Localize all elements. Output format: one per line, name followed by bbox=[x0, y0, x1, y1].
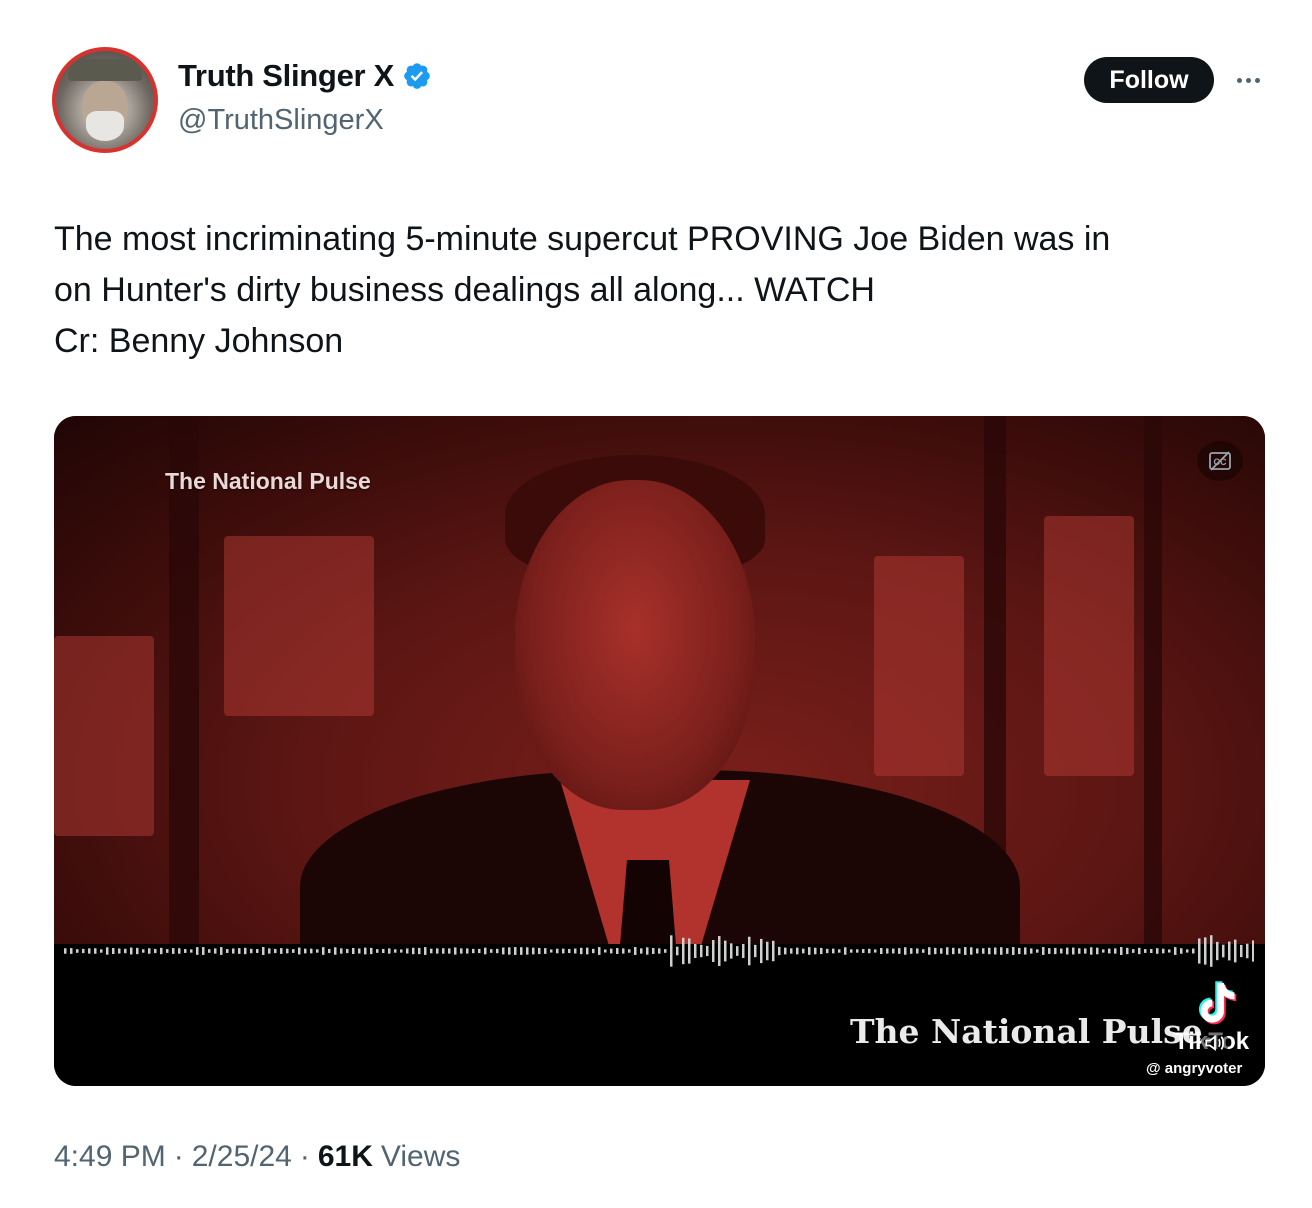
more-horizontal-icon[interactable] bbox=[1230, 62, 1266, 98]
author-avatar[interactable] bbox=[52, 47, 158, 153]
follow-button[interactable]: Follow bbox=[1084, 57, 1214, 103]
views-label: Views bbox=[380, 1140, 461, 1173]
tweet-date[interactable]: 2/25/24 bbox=[192, 1140, 292, 1174]
author-handle[interactable]: @TruthSlingerX bbox=[178, 104, 384, 137]
video-watermark-top: The National Pulse bbox=[165, 468, 371, 494]
author-name-row[interactable]: Truth Slinger X bbox=[178, 58, 432, 94]
video-player[interactable]: The National Pulse CC The National Pulse… bbox=[54, 416, 1265, 1086]
volume-icon[interactable] bbox=[1200, 1028, 1230, 1058]
tweet-text-line: Cr: Benny Johnson bbox=[54, 322, 344, 360]
tweet-text: The most incriminating 5-minute supercut… bbox=[54, 214, 1264, 367]
captions-icon[interactable]: CC bbox=[1197, 441, 1243, 481]
tweet-text-line: The most incriminating 5-minute supercut… bbox=[54, 220, 1111, 258]
audio-waveform bbox=[64, 935, 1254, 967]
tweet: Truth Slinger X @TruthSlingerX Follow Th… bbox=[0, 0, 1312, 1208]
tiktok-logo-icon bbox=[1198, 981, 1237, 1025]
tweet-text-line: on Hunter's dirty business dealings all … bbox=[54, 271, 875, 309]
author-display-name[interactable]: Truth Slinger X bbox=[178, 58, 394, 94]
tweet-meta: 4:49 PM · 2/25/24 · 61K Views bbox=[54, 1140, 460, 1174]
meta-separator: · bbox=[299, 1140, 310, 1173]
video-watermark-bottom: The National Pulse. bbox=[850, 1012, 1215, 1051]
verified-badge-icon bbox=[404, 63, 430, 89]
avatar-image bbox=[56, 51, 154, 149]
views-count[interactable]: 61K bbox=[318, 1140, 373, 1174]
meta-separator: · bbox=[173, 1140, 184, 1173]
tweet-time[interactable]: 4:49 PM bbox=[54, 1140, 166, 1174]
tiktok-username: @ angryvoter bbox=[1146, 1060, 1243, 1077]
